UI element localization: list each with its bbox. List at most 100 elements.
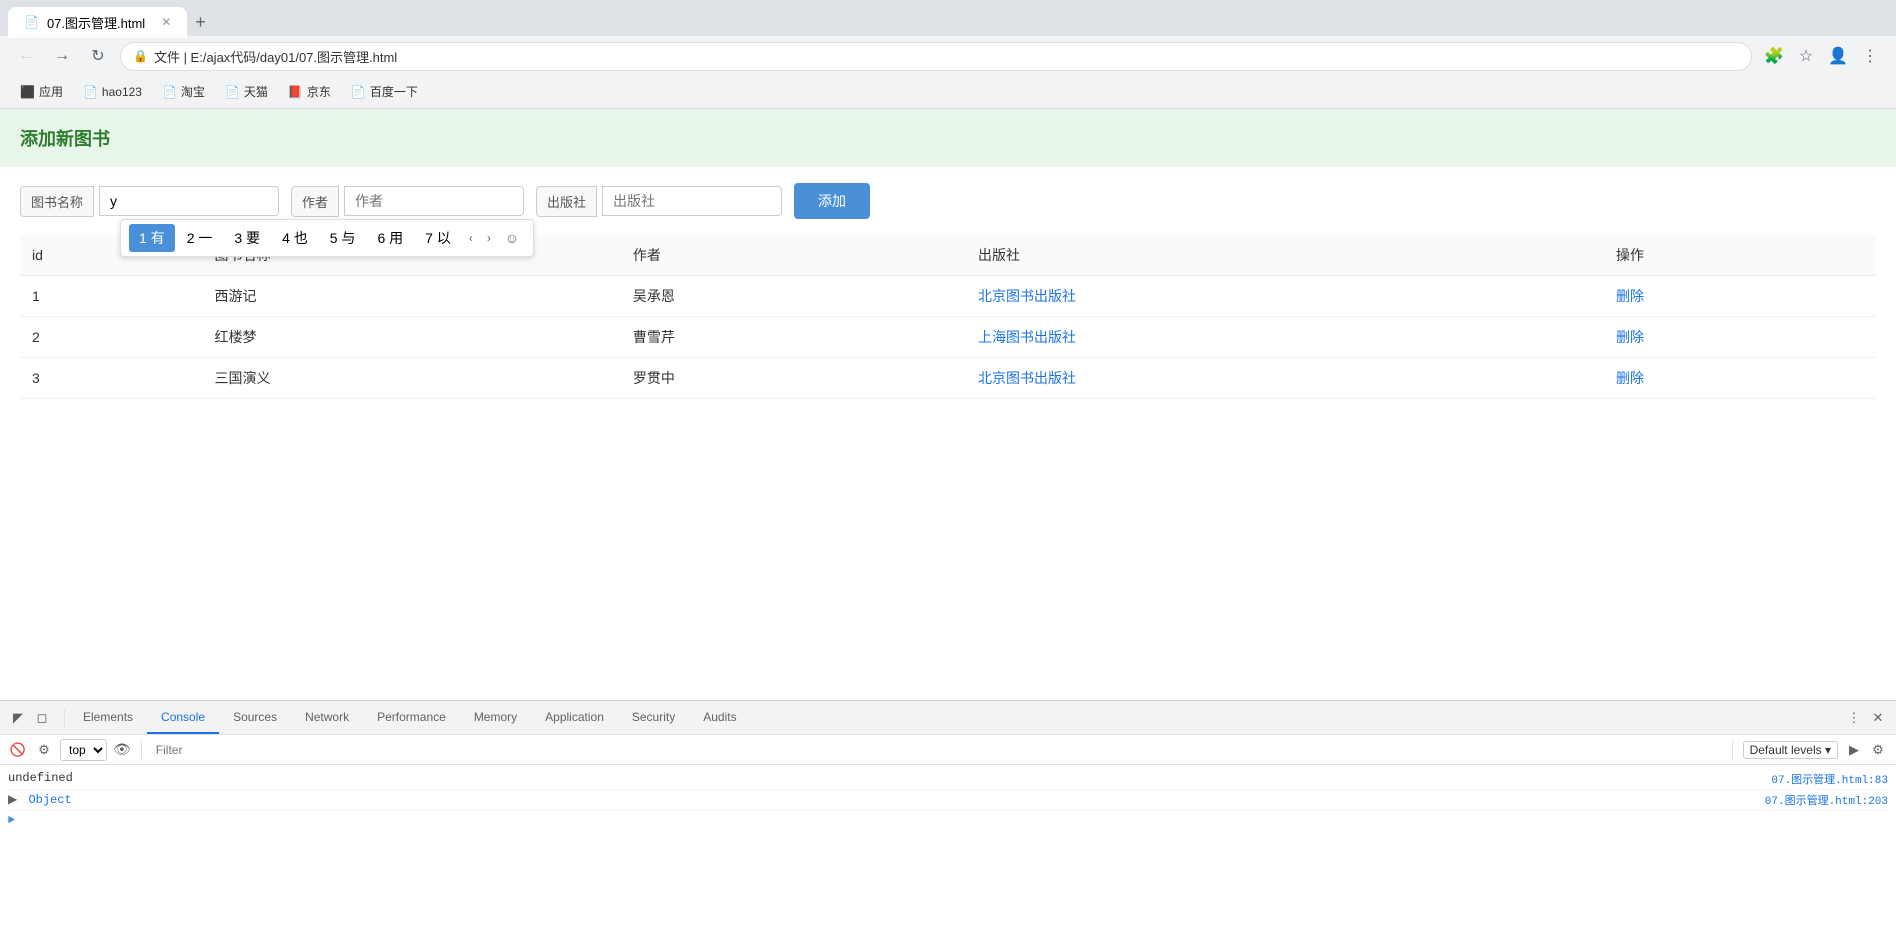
tab-favicon: 📄 bbox=[24, 15, 39, 29]
add-button[interactable]: 添加 bbox=[794, 183, 870, 219]
book-name-label: 图书名称 bbox=[20, 186, 94, 217]
console-link-2[interactable]: 07.图示管理.html:203 bbox=[1765, 792, 1888, 808]
publisher-link[interactable]: 北京图书出版社 bbox=[978, 370, 1076, 386]
ime-candidate-4[interactable]: 4 也 bbox=[272, 224, 318, 252]
ime-candidate-3[interactable]: 3 要 bbox=[224, 224, 270, 252]
baidu-icon: 📄 bbox=[351, 85, 366, 99]
cell-author: 罗贯中 bbox=[621, 358, 966, 399]
ime-next-button[interactable]: › bbox=[481, 227, 497, 249]
ime-candidate-2[interactable]: 2 一 bbox=[177, 224, 223, 252]
book-name-input[interactable] bbox=[99, 186, 279, 216]
menu-button[interactable]: ⋮ bbox=[1856, 42, 1884, 70]
books-table: id 图书名称 作者 出版社 操作 1 西游记 吴承恩 北京图书出版社 删除 2… bbox=[20, 235, 1876, 399]
console-right-icon[interactable]: ▶ bbox=[1844, 740, 1864, 760]
close-devtools-icon[interactable]: ✕ bbox=[1868, 708, 1888, 728]
address-bar[interactable]: 🔒 文件 | E:/ajax代码/day01/07.图示管理.html bbox=[120, 42, 1752, 71]
bookmark-apps[interactable]: ⬛ 应用 bbox=[12, 81, 71, 102]
ime-candidate-7[interactable]: 7 以 bbox=[415, 224, 461, 252]
bookmark-hao123[interactable]: 📄 hao123 bbox=[75, 83, 150, 101]
devtools-header: ◤ ◻ Elements Console Sources Network Per… bbox=[0, 701, 1896, 735]
browser-chrome: 📄 07.图示管理.html ✕ + ← → ↻ 🔒 文件 | E:/ajax代… bbox=[0, 0, 1896, 109]
devtools-icons: ◤ ◻ bbox=[8, 708, 52, 728]
hao123-label: hao123 bbox=[102, 85, 142, 99]
author-field-group: 作者 bbox=[291, 186, 524, 217]
ime-candidate-5[interactable]: 5 与 bbox=[320, 224, 366, 252]
jd-label: 京东 bbox=[307, 83, 331, 100]
console-filter-input[interactable] bbox=[152, 741, 1722, 759]
bookmark-button[interactable]: ☆ bbox=[1792, 42, 1820, 70]
profile-button[interactable]: 👤 bbox=[1824, 42, 1852, 70]
publisher-link[interactable]: 上海图书出版社 bbox=[978, 329, 1076, 345]
ime-prev-button[interactable]: ‹ bbox=[463, 227, 479, 249]
tab-console[interactable]: Console bbox=[147, 702, 219, 734]
log-level-select[interactable]: Default levels ▾ bbox=[1743, 741, 1838, 759]
publisher-input[interactable] bbox=[602, 186, 782, 216]
bookmark-tianmao[interactable]: 📄 天猫 bbox=[217, 81, 276, 102]
devtools-toolbar: 🚫 ⚙ top 👁 Default levels ▾ ▶ ⚙ bbox=[0, 735, 1896, 765]
ime-candidate-1[interactable]: 1 有 bbox=[129, 224, 175, 252]
tab-network[interactable]: Network bbox=[291, 702, 363, 734]
console-object-text: Object bbox=[28, 793, 71, 807]
book-name-field-group: 图书名称 bbox=[20, 186, 279, 217]
extensions-button[interactable]: 🧩 bbox=[1760, 42, 1788, 70]
toolbar-separator bbox=[141, 741, 142, 759]
main-content: 添加新图书 图书名称 作者 出版社 添加 1 有 2 bbox=[0, 109, 1896, 700]
tab-bar: 📄 07.图示管理.html ✕ + bbox=[0, 0, 1896, 36]
tab-application[interactable]: Application bbox=[531, 702, 618, 734]
console-content: undefined 07.图示管理.html:83 ▶ Object 07.图示… bbox=[0, 765, 1896, 940]
publisher-field-group: 出版社 bbox=[536, 186, 782, 217]
col-action: 操作 bbox=[1604, 235, 1876, 276]
ime-emoji-button[interactable]: ☺ bbox=[499, 226, 525, 250]
console-settings-icon[interactable]: ⚙ bbox=[34, 740, 54, 760]
tab-performance[interactable]: Performance bbox=[363, 702, 460, 734]
filter-separator bbox=[1732, 741, 1733, 759]
nav-bar: ← → ↻ 🔒 文件 | E:/ajax代码/day01/07.图示管理.htm… bbox=[0, 36, 1896, 76]
delete-link[interactable]: 删除 bbox=[1616, 329, 1644, 345]
tab-audits[interactable]: Audits bbox=[689, 702, 750, 734]
cell-author: 吴承恩 bbox=[621, 276, 966, 317]
form-row: 图书名称 作者 出版社 添加 bbox=[20, 183, 1876, 219]
new-tab-button[interactable]: + bbox=[195, 12, 206, 33]
page-title: 添加新图书 bbox=[20, 125, 1876, 151]
bookmark-baidu[interactable]: 📄 百度一下 bbox=[343, 81, 426, 102]
delete-link[interactable]: 删除 bbox=[1616, 370, 1644, 386]
tab-close-icon[interactable]: ✕ bbox=[161, 15, 171, 29]
settings-right-icon[interactable]: ⚙ bbox=[1868, 740, 1888, 760]
delete-link[interactable]: 删除 bbox=[1616, 288, 1644, 304]
ime-candidate-6[interactable]: 6 用 bbox=[367, 224, 413, 252]
clear-console-icon[interactable]: 🚫 bbox=[8, 740, 28, 760]
apps-label: 应用 bbox=[39, 83, 63, 100]
cell-name: 红楼梦 bbox=[203, 317, 621, 358]
tianmao-label: 天猫 bbox=[244, 83, 268, 100]
console-line-1: undefined 07.图示管理.html:83 bbox=[8, 769, 1888, 790]
more-options-icon[interactable]: ⋮ bbox=[1844, 708, 1864, 728]
console-link-1[interactable]: 07.图示管理.html:83 bbox=[1771, 771, 1888, 787]
console-object-1[interactable]: ▶ Object bbox=[8, 792, 72, 808]
tab-sources[interactable]: Sources bbox=[219, 702, 291, 734]
device-toggle-icon[interactable]: ◻ bbox=[32, 708, 52, 728]
bookmark-taobao[interactable]: 📄 淘宝 bbox=[154, 81, 213, 102]
tab-elements[interactable]: Elements bbox=[69, 702, 147, 734]
eye-icon[interactable]: 👁 bbox=[113, 741, 131, 758]
right-toolbar: ▶ ⚙ bbox=[1844, 740, 1888, 760]
active-tab[interactable]: 📄 07.图示管理.html ✕ bbox=[8, 7, 187, 38]
publisher-label: 出版社 bbox=[536, 186, 597, 217]
publisher-link[interactable]: 北京图书出版社 bbox=[978, 288, 1076, 304]
tab-memory[interactable]: Memory bbox=[460, 702, 531, 734]
inspect-element-icon[interactable]: ◤ bbox=[8, 708, 28, 728]
author-input[interactable] bbox=[344, 186, 524, 216]
execution-context-select[interactable]: top bbox=[60, 739, 107, 761]
jd-icon: 📕 bbox=[288, 85, 303, 99]
reload-button[interactable]: ↻ bbox=[84, 42, 112, 70]
prompt-arrow: ► bbox=[8, 813, 15, 827]
table-row: 2 红楼梦 曹雪芹 上海图书出版社 删除 bbox=[20, 317, 1876, 358]
console-prompt-line: ► bbox=[8, 811, 1888, 829]
cell-id: 1 bbox=[20, 276, 203, 317]
object-arrow[interactable]: ▶ bbox=[8, 793, 17, 807]
tab-security[interactable]: Security bbox=[618, 702, 689, 734]
bookmark-jd[interactable]: 📕 京东 bbox=[280, 81, 339, 102]
forward-button[interactable]: → bbox=[48, 42, 76, 70]
author-label: 作者 bbox=[291, 186, 339, 217]
back-button[interactable]: ← bbox=[12, 42, 40, 70]
address-text: 文件 | E:/ajax代码/day01/07.图示管理.html bbox=[154, 47, 397, 66]
